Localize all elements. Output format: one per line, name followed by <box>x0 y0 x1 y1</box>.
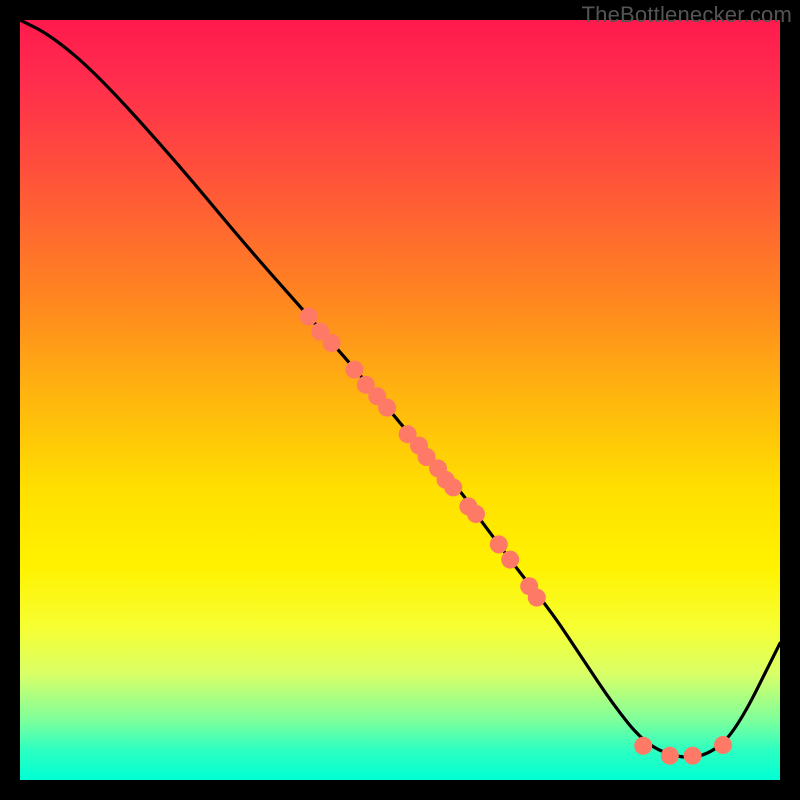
chart-svg <box>20 20 780 780</box>
chart-marker <box>378 399 396 417</box>
chart-marker <box>444 478 462 496</box>
chart-marker <box>501 551 519 569</box>
chart-marker <box>661 747 679 765</box>
chart-marker <box>684 747 702 765</box>
chart-marker <box>634 737 652 755</box>
chart-marker <box>323 334 341 352</box>
chart-plot-area <box>20 20 780 780</box>
chart-marker <box>345 361 363 379</box>
attribution-text: TheBottlenecker.com <box>582 2 792 28</box>
chart-markers <box>300 307 732 764</box>
chart-marker <box>467 505 485 523</box>
chart-marker <box>300 307 318 325</box>
chart-marker <box>490 535 508 553</box>
chart-curve <box>20 20 780 757</box>
chart-marker <box>528 589 546 607</box>
chart-frame: TheBottlenecker.com <box>0 0 800 800</box>
chart-marker <box>714 736 732 754</box>
